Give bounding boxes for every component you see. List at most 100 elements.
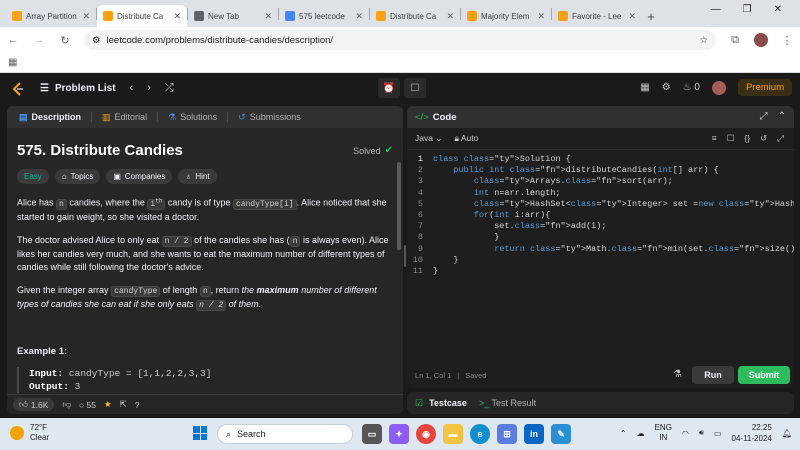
- code-line[interactable]: 8 }: [407, 232, 794, 243]
- code-text[interactable]: public int class="fn">distributeCandies(…: [433, 165, 718, 176]
- autocomplete-toggle[interactable]: 🔒︎ Auto: [454, 133, 478, 144]
- code-text[interactable]: }: [433, 255, 458, 266]
- browser-tab[interactable]: Array Partition ✕: [6, 5, 96, 27]
- topics-chip[interactable]: ⌂ Topics: [54, 169, 101, 184]
- braces-icon[interactable]: {}: [744, 133, 750, 144]
- shuffle-icon[interactable]: ⤮: [165, 82, 174, 95]
- site-info-icon[interactable]: ⚙: [92, 35, 101, 46]
- premium-button[interactable]: Premium: [737, 79, 792, 96]
- browser-tab[interactable]: 575 leetcode ✕: [279, 5, 369, 27]
- share-icon[interactable]: ⇱: [120, 399, 127, 410]
- code-line[interactable]: 4 int n=arr.length;: [407, 188, 794, 199]
- tab-submissions[interactable]: ↺ Submissions: [234, 112, 305, 123]
- linkedin-taskbar-icon[interactable]: in: [524, 424, 544, 444]
- chrome-taskbar-icon[interactable]: ◉: [416, 424, 436, 444]
- taskbar-search[interactable]: ⌕ Search: [217, 424, 353, 444]
- code-line[interactable]: 11}: [407, 266, 794, 277]
- code-line[interactable]: 1 class class="ty">Solution {: [407, 154, 794, 165]
- code-line[interactable]: 5 class="ty">HashSet<class="ty">Integer>…: [407, 199, 794, 210]
- description-scrollbar[interactable]: [397, 162, 401, 250]
- tab-description[interactable]: ▤ Description: [15, 112, 85, 123]
- tray-chevron-icon[interactable]: ⌃: [620, 429, 627, 438]
- maximize-icon[interactable]: ❐: [743, 4, 752, 15]
- tab-close-icon[interactable]: ✕: [355, 11, 363, 22]
- tab-close-icon[interactable]: ✕: [537, 11, 545, 22]
- wifi-icon[interactable]: ◠: [682, 429, 689, 438]
- leetcode-logo-icon[interactable]: [10, 81, 26, 97]
- code-text[interactable]: }: [433, 266, 438, 277]
- forward-icon[interactable]: →: [32, 33, 46, 47]
- tab-close-icon[interactable]: ✕: [446, 11, 454, 22]
- bookmark-icon[interactable]: ☐: [727, 133, 735, 144]
- url-input[interactable]: ⚙ leetcode.com/problems/distribute-candi…: [84, 30, 716, 50]
- store-taskbar-icon[interactable]: ⊞: [497, 424, 517, 444]
- language-select[interactable]: Java ⌄: [415, 133, 442, 144]
- paint-taskbar-icon[interactable]: ✎: [551, 424, 571, 444]
- battery-icon[interactable]: ▭: [714, 429, 722, 438]
- code-line[interactable]: 3 class="ty">Arrays.class="fn">sort(arr)…: [407, 176, 794, 187]
- minimize-icon[interactable]: —: [711, 4, 721, 15]
- volume-icon[interactable]: 🔊︎: [699, 428, 704, 438]
- browser-tab[interactable]: Favorite - Lee ✕: [552, 5, 642, 27]
- code-line[interactable]: 6 for(int i:arr){: [407, 210, 794, 221]
- folder-taskbar-icon[interactable]: ▬: [443, 424, 463, 444]
- timer-icon[interactable]: ⏰: [378, 78, 400, 98]
- expand-icon[interactable]: ⤢: [760, 111, 768, 122]
- code-line[interactable]: 10 }: [407, 255, 794, 266]
- dislike-button[interactable]: 👎︎: [62, 399, 71, 410]
- problem-list-button[interactable]: ☰ Problem List: [40, 83, 116, 94]
- tab-close-icon[interactable]: ✕: [173, 11, 181, 22]
- companies-chip[interactable]: ▣ Companies: [106, 169, 173, 184]
- format-icon[interactable]: ≡: [712, 133, 717, 144]
- start-button[interactable]: [193, 426, 207, 440]
- tab-close-icon[interactable]: ✕: [82, 11, 90, 22]
- browser-tab[interactable]: New Tab ✕: [188, 5, 278, 27]
- code-text[interactable]: class class="ty">Solution {: [433, 154, 571, 165]
- run-button[interactable]: Run: [692, 366, 734, 384]
- tab-close-icon[interactable]: ✕: [628, 11, 636, 22]
- code-text[interactable]: int n=arr.length;: [433, 188, 561, 199]
- problem-title[interactable]: 575. Distribute Candies: [17, 142, 183, 159]
- file-explorer-taskbar-icon[interactable]: ▭: [362, 424, 382, 444]
- settings-gear-icon[interactable]: ⚙: [662, 82, 671, 93]
- tab-solutions[interactable]: ⚗ Solutions: [164, 112, 221, 123]
- tab-editorial[interactable]: ▥ Editorial: [98, 112, 151, 123]
- apps-grid-icon[interactable]: ▦: [8, 57, 17, 68]
- code-line[interactable]: 2 public int class="fn">distributeCandie…: [407, 165, 794, 176]
- layout-icon[interactable]: ▦: [640, 82, 649, 93]
- close-window-icon[interactable]: ✕: [774, 4, 782, 15]
- user-avatar[interactable]: [711, 80, 726, 95]
- code-line[interactable]: 9 return class="ty">Math.class="fn">min(…: [407, 244, 794, 255]
- edge-taskbar-icon[interactable]: e: [470, 424, 490, 444]
- browser-menu-icon[interactable]: ⋮: [780, 33, 794, 47]
- browser-tab[interactable]: Distribute Ca ✕: [97, 5, 187, 27]
- extensions-icon[interactable]: ⧉: [728, 33, 742, 47]
- reset-icon[interactable]: ↺: [760, 133, 767, 144]
- tab-testcase[interactable]: Testcase: [429, 398, 467, 408]
- streak-counter[interactable]: ♨ 0: [683, 82, 700, 93]
- code-text[interactable]: class="ty">Arrays.class="fn">sort(arr);: [433, 176, 673, 187]
- browser-tab[interactable]: Majority Elem ✕: [461, 5, 551, 27]
- cloud-icon[interactable]: ☁: [637, 429, 645, 438]
- clock[interactable]: 22:25 04-11-2024: [732, 422, 772, 444]
- submit-button[interactable]: Submit: [738, 366, 790, 384]
- collapse-icon[interactable]: ⌃: [778, 111, 786, 122]
- tab-close-icon[interactable]: ✕: [264, 11, 272, 22]
- notes-icon[interactable]: ☐: [404, 78, 426, 98]
- comments-button[interactable]: ○ 55: [79, 400, 96, 410]
- back-icon[interactable]: ←: [6, 33, 20, 47]
- copilot-taskbar-icon[interactable]: ✦: [389, 424, 409, 444]
- reload-icon[interactable]: ↻: [58, 33, 72, 47]
- profile-avatar[interactable]: [754, 33, 768, 47]
- browser-tab[interactable]: Distribute Ca ✕: [370, 5, 460, 27]
- code-text[interactable]: class="ty">HashSet<class="ty">Integer> s…: [433, 199, 794, 210]
- fullscreen-icon[interactable]: ⤢: [777, 133, 784, 144]
- code-text[interactable]: set.class="fn">add(i);: [433, 221, 606, 232]
- debugger-icon[interactable]: ⚗: [673, 369, 682, 380]
- code-editor[interactable]: 1 class class="ty">Solution {2 public int…: [407, 150, 794, 277]
- like-button[interactable]: 👍︎ 1.6K: [13, 398, 55, 411]
- code-text[interactable]: for(int i:arr){: [433, 210, 551, 221]
- help-icon[interactable]: ?: [135, 400, 140, 410]
- weather-widget[interactable]: 72°F Clear: [10, 423, 49, 443]
- hint-chip[interactable]: ♁ Hint: [178, 169, 217, 184]
